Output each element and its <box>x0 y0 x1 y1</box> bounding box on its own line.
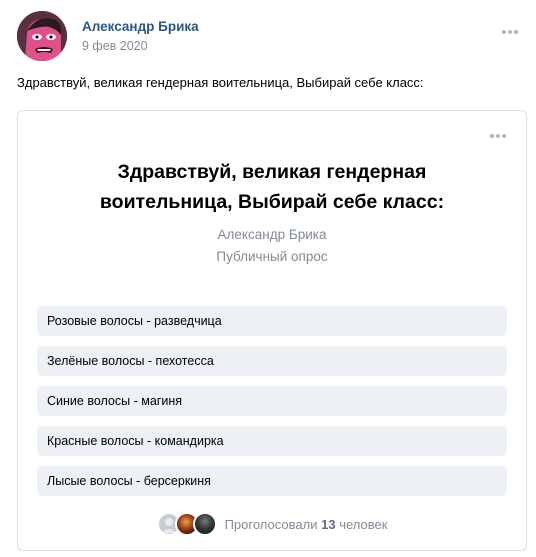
poll-footer[interactable]: Проголосовали 13 человек <box>18 509 526 539</box>
vote-suffix: человек <box>339 516 388 532</box>
poll-title-line: Здравствуй, великая гендерная <box>117 161 427 183</box>
vote-count: 13 <box>321 516 336 532</box>
avatar-image <box>17 11 67 61</box>
more-horizontal-icon[interactable] <box>490 125 512 138</box>
vote-count-text[interactable]: Проголосовали 13 человек <box>225 517 388 532</box>
more-horizontal-icon[interactable] <box>502 21 522 34</box>
poll-type: Публичный опрос <box>216 249 328 264</box>
voter-avatar[interactable] <box>192 512 217 536</box>
post-header: Александр Брика 9 фев 2020 <box>17 11 522 61</box>
poll-option[interactable]: Красные волосы - командирка <box>37 426 507 456</box>
author-avatar[interactable] <box>17 11 67 61</box>
poll-option[interactable]: Синие волосы - магиня <box>37 386 507 416</box>
poll-author[interactable]: Александр Брика <box>18 227 526 242</box>
poll-card: Здравствуй, великая гендерная воительниц… <box>17 110 527 551</box>
poll-option[interactable]: Зелёные волосы - пехотесса <box>37 346 507 376</box>
post-date[interactable]: 9 фев 2020 <box>82 39 148 53</box>
poll-title-line: воительница, Выбирай себе класс: <box>99 191 445 213</box>
poll-title: Здравствуй, великая гендерная воительниц… <box>18 157 526 217</box>
post-text: Здравствуй, великая гендерная воительниц… <box>17 75 424 90</box>
vote-prefix: Проголосовали <box>224 516 318 532</box>
poll-option[interactable]: Лысые волосы - берсеркиня <box>37 466 507 496</box>
poll-options: Розовые волосы - разведчица Зелёные воло… <box>37 306 507 506</box>
poll-option[interactable]: Розовые волосы - разведчица <box>37 306 507 336</box>
voter-avatars[interactable] <box>156 512 217 536</box>
post-author-name[interactable]: Александр Брика <box>82 19 199 34</box>
